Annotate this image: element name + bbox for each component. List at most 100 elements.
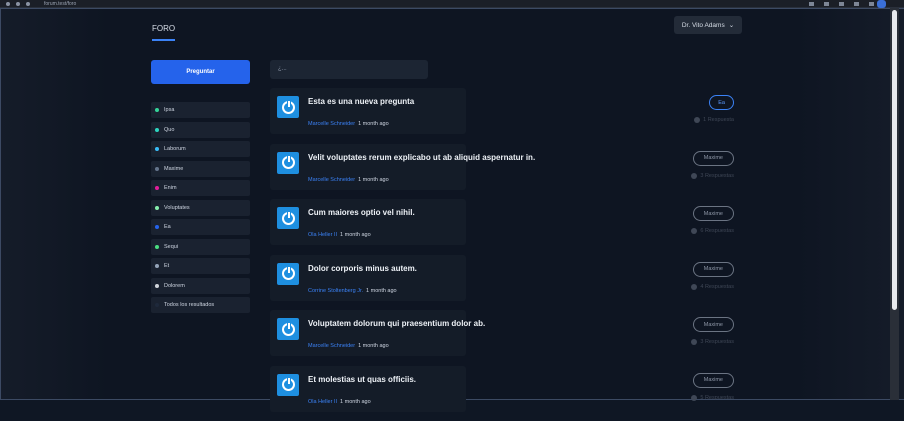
power-icon	[277, 263, 299, 285]
author-link[interactable]: Ola Heller II	[308, 232, 337, 238]
question-row[interactable]: Cum maiores optio vel nihil. Ola Heller I…	[270, 199, 740, 255]
post-time: 1 month ago	[366, 288, 397, 294]
browser-actions	[809, 2, 874, 6]
extension-icon[interactable]	[839, 2, 844, 6]
category-label: Voluptates	[164, 205, 190, 211]
question-row[interactable]: Dolor corporis minus autem. Corrine Stolt…	[270, 255, 740, 311]
question-row[interactable]: Voluptatem dolorum qui praesentium dolor…	[270, 310, 740, 366]
chat-bubble-icon	[691, 284, 697, 290]
chevron-down-icon: ⌄	[729, 21, 734, 29]
category-tag-button[interactable]: Ea	[709, 95, 734, 110]
power-symbol	[282, 101, 295, 114]
author-link[interactable]: Marcelle Schneider	[308, 121, 355, 127]
category-item[interactable]: Ipsa	[151, 102, 250, 118]
chat-bubble-icon	[691, 228, 697, 234]
question-title[interactable]: Et molestias ut quas officiis.	[308, 375, 416, 384]
question-title[interactable]: Cum maiores optio vel nihil.	[308, 208, 415, 217]
question-title[interactable]: Velit voluptates rerum explicabo ut ab a…	[308, 153, 535, 162]
category-item[interactable]: Sequi	[151, 239, 250, 255]
category-label: Et	[164, 263, 169, 269]
category-dot-icon	[155, 206, 159, 210]
post-time: 1 month ago	[340, 232, 371, 238]
post-time: 1 month ago	[358, 177, 389, 183]
question-title[interactable]: Esta es una nueva pregunta	[308, 97, 414, 106]
category-item[interactable]: Maxime	[151, 161, 250, 177]
question-meta: Ola Heller II1 month ago	[308, 232, 371, 238]
question-card	[270, 144, 466, 190]
responses-label: 6 Respuestas	[700, 228, 734, 234]
category-dot-icon	[155, 108, 159, 112]
question-card	[270, 199, 466, 245]
question-card	[270, 366, 466, 412]
question-meta: Corrine Stoltenberg Jr.1 month ago	[308, 288, 397, 294]
power-icon	[277, 152, 299, 174]
power-icon	[277, 374, 299, 396]
category-tag-button[interactable]: Maxime	[693, 151, 734, 166]
author-link[interactable]: Corrine Stoltenberg Jr.	[308, 288, 363, 294]
category-item[interactable]: Voluptates	[151, 200, 250, 216]
category-dot-icon	[155, 186, 159, 190]
question-row[interactable]: Et molestias ut quas officiis. Ola Heller…	[270, 366, 740, 421]
category-label: Dolorem	[164, 283, 185, 289]
category-label: Ea	[164, 224, 171, 230]
extension-icon[interactable]	[854, 2, 859, 6]
extension-icon[interactable]	[824, 2, 829, 6]
question-meta: Marcelle Schneider1 month ago	[308, 343, 389, 349]
reload-icon[interactable]	[26, 2, 30, 6]
post-time: 1 month ago	[358, 121, 389, 127]
category-label: Ipsa	[164, 107, 174, 113]
question-card	[270, 310, 466, 356]
category-tag-button[interactable]: Maxime	[693, 373, 734, 388]
power-symbol	[282, 212, 295, 225]
author-link[interactable]: Ola Heller II	[308, 399, 337, 405]
address-bar[interactable]: forum.test/foro	[44, 1, 76, 7]
ask-question-button[interactable]: Preguntar	[151, 60, 250, 84]
category-item[interactable]: Quo	[151, 122, 250, 138]
power-symbol	[282, 323, 295, 336]
category-item[interactable]: Enim	[151, 180, 250, 196]
chat-bubble-icon	[691, 339, 697, 345]
category-item[interactable]: Laborum	[151, 141, 250, 157]
responses-count: 1 Respuesta	[694, 117, 734, 123]
category-item[interactable]: Et	[151, 258, 250, 274]
responses-count: 3 Respuestas	[691, 173, 734, 179]
author-link[interactable]: Marcelle Schneider	[308, 177, 355, 183]
question-title[interactable]: Voluptatem dolorum qui praesentium dolor…	[308, 319, 485, 328]
category-tag-button[interactable]: Maxime	[693, 262, 734, 277]
forward-icon[interactable]	[16, 2, 20, 6]
power-icon	[277, 96, 299, 118]
back-icon[interactable]	[6, 2, 10, 6]
question-meta: Ola Heller II1 month ago	[308, 399, 371, 405]
extension-icon[interactable]	[869, 2, 874, 6]
category-tag-button[interactable]: Maxime	[693, 206, 734, 221]
question-row[interactable]: Velit voluptates rerum explicabo ut ab a…	[270, 144, 740, 200]
question-card	[270, 88, 466, 134]
question-title[interactable]: Dolor corporis minus autem.	[308, 264, 417, 273]
responses-count: 6 Respuestas	[691, 228, 734, 234]
question-meta: Marcelle Schneider1 month ago	[308, 121, 389, 127]
question-row[interactable]: Esta es una nueva pregunta Marcelle Schne…	[270, 88, 740, 144]
category-label: Todos los resultados	[164, 302, 214, 308]
user-menu-button[interactable]: Dr. Vito Adams ⌄	[674, 16, 742, 34]
category-dot-icon	[155, 225, 159, 229]
search-input[interactable]: ¿...	[270, 60, 428, 79]
profile-avatar[interactable]	[877, 0, 886, 8]
category-item[interactable]: Ea	[151, 219, 250, 235]
category-tag-button[interactable]: Maxime	[693, 317, 734, 332]
power-symbol	[282, 267, 295, 280]
scrollbar-thumb[interactable]	[892, 10, 897, 310]
category-item[interactable]: Dolorem	[151, 278, 250, 294]
category-label: Enim	[164, 185, 177, 191]
category-label: Maxime	[164, 166, 183, 172]
category-item[interactable]: Todos los resultados	[151, 297, 250, 313]
power-symbol	[282, 378, 295, 391]
responses-count: 4 Respuestas	[691, 284, 734, 290]
responses-label: 4 Respuestas	[700, 284, 734, 290]
author-link[interactable]: Marcelle Schneider	[308, 343, 355, 349]
power-symbol	[282, 156, 295, 169]
tab-foro[interactable]: FORO	[152, 24, 175, 41]
post-time: 1 month ago	[340, 399, 371, 405]
responses-label: 1 Respuesta	[703, 117, 734, 123]
category-dot-icon	[155, 128, 159, 132]
extension-icon[interactable]	[809, 2, 814, 6]
